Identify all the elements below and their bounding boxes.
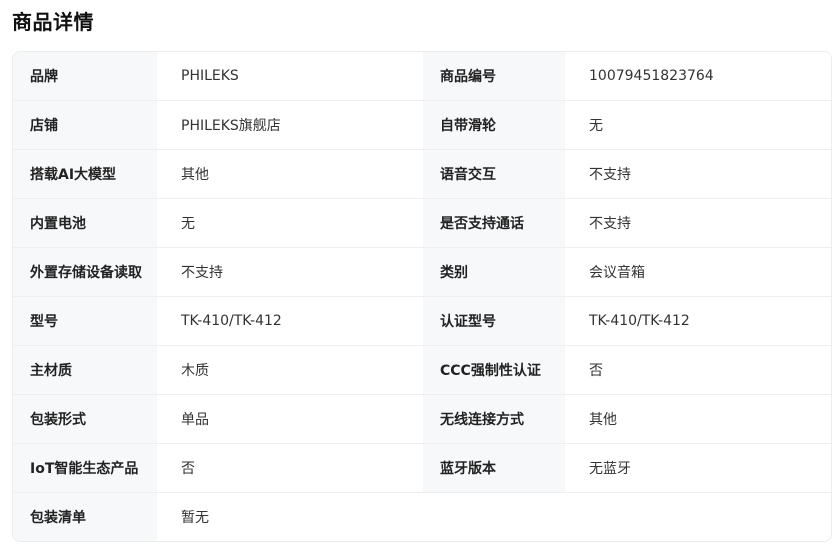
spec-row: 包装清单 暂无 (13, 493, 831, 541)
spec-value: 会议音箱 (565, 248, 831, 296)
spec-value: 无 (565, 101, 831, 149)
spec-label: CCC强制性认证 (423, 346, 565, 394)
spec-label: 包装清单 (13, 493, 157, 541)
spec-value: 单品 (157, 395, 423, 443)
spec-row: 搭载AI大模型 其他 语音交互 不支持 (13, 150, 831, 199)
spec-label: 型号 (13, 297, 157, 345)
spec-value: TK-410/TK-412 (565, 297, 831, 345)
spec-label: 外置存储设备读取 (13, 248, 157, 296)
spec-label: 内置电池 (13, 199, 157, 247)
spec-value: 无蓝牙 (565, 444, 831, 492)
spec-value: TK-410/TK-412 (157, 297, 423, 345)
page-title: 商品详情 (12, 10, 94, 34)
spec-row: 型号 TK-410/TK-412 认证型号 TK-410/TK-412 (13, 297, 831, 346)
spec-label: IoT智能生态产品 (13, 444, 157, 492)
spec-label: 品牌 (13, 52, 157, 100)
spec-table: 品牌 PHILEKS 商品编号 10079451823764 店铺 PHILEK… (12, 51, 832, 542)
spec-label: 蓝牙版本 (423, 444, 565, 492)
spec-value: 暂无 (157, 493, 831, 541)
spec-row: 包装形式 单品 无线连接方式 其他 (13, 395, 831, 444)
spec-value: PHILEKS (157, 52, 423, 100)
spec-label: 主材质 (13, 346, 157, 394)
spec-label: 语音交互 (423, 150, 565, 198)
spec-label: 无线连接方式 (423, 395, 565, 443)
spec-value: 不支持 (565, 150, 831, 198)
spec-label: 类别 (423, 248, 565, 296)
spec-label: 搭载AI大模型 (13, 150, 157, 198)
spec-value: PHILEKS旗舰店 (157, 101, 423, 149)
spec-value: 不支持 (157, 248, 423, 296)
spec-row: 主材质 木质 CCC强制性认证 否 (13, 346, 831, 395)
spec-value: 木质 (157, 346, 423, 394)
spec-label: 店铺 (13, 101, 157, 149)
spec-row: 内置电池 无 是否支持通话 不支持 (13, 199, 831, 248)
spec-value: 否 (565, 346, 831, 394)
spec-row: 品牌 PHILEKS 商品编号 10079451823764 (13, 52, 831, 101)
spec-label: 是否支持通话 (423, 199, 565, 247)
spec-value: 其他 (157, 150, 423, 198)
spec-value: 不支持 (565, 199, 831, 247)
spec-value: 其他 (565, 395, 831, 443)
spec-row: IoT智能生态产品 否 蓝牙版本 无蓝牙 (13, 444, 831, 493)
spec-label: 商品编号 (423, 52, 565, 100)
spec-label: 包装形式 (13, 395, 157, 443)
spec-value: 10079451823764 (565, 52, 831, 100)
spec-value: 否 (157, 444, 423, 492)
spec-row: 外置存储设备读取 不支持 类别 会议音箱 (13, 248, 831, 297)
spec-label: 自带滑轮 (423, 101, 565, 149)
spec-value: 无 (157, 199, 423, 247)
spec-label: 认证型号 (423, 297, 565, 345)
spec-row: 店铺 PHILEKS旗舰店 自带滑轮 无 (13, 101, 831, 150)
